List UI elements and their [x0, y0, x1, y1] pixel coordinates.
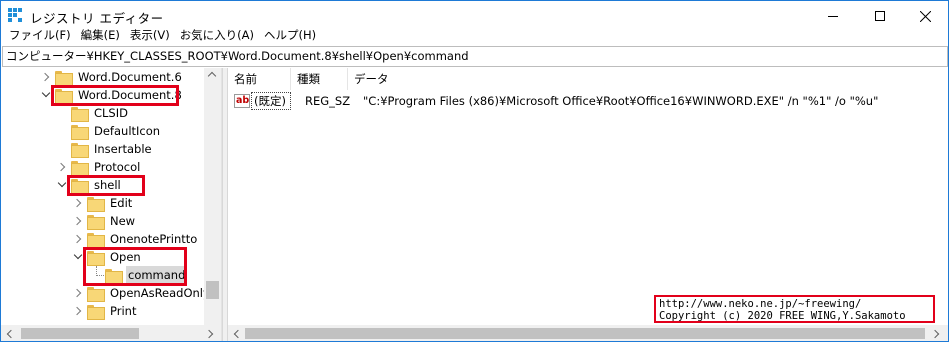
folder-icon	[71, 142, 89, 158]
list-horizontal-scroll-thumb[interactable]	[245, 328, 925, 339]
menu-file[interactable]: ファイル(F)	[4, 25, 76, 45]
scroll-up-arrow-icon[interactable]	[207, 71, 217, 81]
folder-icon	[87, 304, 105, 320]
expand-chevron-icon[interactable]	[73, 302, 83, 320]
menu-help[interactable]: ヘルプ(H)	[259, 25, 321, 45]
expand-chevron-icon[interactable]	[57, 158, 67, 176]
tree-item-protocol[interactable]: Protocol	[57, 158, 142, 176]
collapse-chevron-icon[interactable]	[57, 176, 67, 194]
tree-item-label: New	[110, 214, 136, 228]
tree-item-word-document-6[interactable]: Word.Document.6	[41, 68, 184, 86]
folder-icon	[71, 160, 89, 176]
credit-copyright: Copyright (c) 2020 FREE WING,Y.Sakamoto	[659, 310, 906, 322]
annotation-highlight-word-document-8	[51, 85, 179, 106]
list-horizontal-scrollbar[interactable]	[228, 325, 948, 341]
folder-icon	[55, 70, 73, 86]
copyright-credit-box: http://www.neko.ne.jp/~freewing/ Copyrig…	[654, 295, 935, 323]
expand-chevron-icon[interactable]	[73, 230, 83, 248]
folder-icon	[71, 124, 89, 140]
regedit-app-icon	[8, 8, 22, 22]
tree-item-clsid[interactable]: CLSID	[57, 104, 130, 122]
scroll-right-arrow-icon[interactable]	[204, 329, 214, 339]
tree-item-label: Insertable	[94, 142, 152, 156]
scroll-right-arrow-icon[interactable]	[930, 329, 940, 339]
tree-item-edit[interactable]: Edit	[73, 194, 134, 212]
tree-item-label: DefaultIcon	[94, 124, 161, 138]
value-type: REG_SZ	[305, 94, 351, 108]
tree-horizontal-scrollbar[interactable]	[1, 325, 221, 341]
menu-bar: ファイル(F) 編集(E) 表示(V) お気に入り(A) ヘルプ(H)	[1, 24, 948, 46]
annotation-highlight-shell	[67, 175, 145, 196]
close-icon	[919, 10, 931, 22]
registry-editor-window: レジストリ エディター ファイル(F) 編集(E) 表示(V) お気に入り(A)…	[0, 0, 949, 342]
value-row[interactable]: ab (既定) REG_SZ "C:¥Program Files (x86)¥M…	[228, 91, 878, 111]
tree-vertical-scrollbar[interactable]	[204, 68, 221, 325]
minimize-icon	[828, 15, 838, 17]
string-value-icon: ab	[234, 94, 250, 108]
column-header-data[interactable]: データ	[348, 68, 948, 90]
tree-item-label: Print	[110, 304, 137, 318]
column-header-type[interactable]: 種類	[291, 68, 348, 90]
tree-item-openasreadonly[interactable]: OpenAsReadOnly	[73, 284, 212, 302]
folder-icon	[87, 196, 105, 212]
tree-item-print[interactable]: Print	[73, 302, 138, 320]
string-value-icon-text: ab	[236, 95, 250, 106]
value-name: (既定)	[251, 92, 291, 110]
tree-item-onenoteprintto[interactable]: OnenotePrintto	[73, 230, 199, 248]
tree-item-label: CLSID	[94, 106, 128, 120]
expand-chevron-icon[interactable]	[41, 68, 51, 86]
expand-chevron-icon[interactable]	[73, 194, 83, 212]
menu-view[interactable]: 表示(V)	[125, 25, 175, 45]
tree-item-defaulticon[interactable]: DefaultIcon	[57, 122, 162, 140]
key-tree-pane: Word.Document.6 Word.Document.8 CLSID De…	[1, 68, 222, 341]
folder-icon	[71, 106, 89, 122]
folder-icon	[87, 232, 105, 248]
tree-item-insertable[interactable]: Insertable	[57, 140, 154, 158]
folder-icon	[87, 286, 105, 302]
tree-item-new[interactable]: New	[73, 212, 137, 230]
maximize-icon	[875, 11, 885, 21]
tree-item-label: OpenAsReadOnly	[110, 286, 210, 300]
annotation-highlight-open-command	[83, 247, 187, 286]
value-data: "C:¥Program Files (x86)¥Microsoft Office…	[363, 94, 879, 108]
tree-item-label: Edit	[110, 196, 133, 210]
tree-item-label: OnenotePrintto	[110, 232, 198, 246]
expand-chevron-icon[interactable]	[73, 212, 83, 230]
scroll-left-arrow-icon[interactable]	[6, 329, 16, 339]
scroll-left-arrow-icon[interactable]	[233, 329, 243, 339]
tree-item-label: Word.Document.6	[78, 70, 182, 84]
collapse-chevron-icon[interactable]	[41, 86, 51, 104]
column-header-name[interactable]: 名前	[228, 68, 291, 90]
menu-edit[interactable]: 編集(E)	[76, 25, 125, 45]
menu-favorites[interactable]: お気に入り(A)	[175, 25, 259, 45]
credit-url: http://www.neko.ne.jp/~freewing/	[659, 298, 862, 310]
expand-chevron-icon[interactable]	[73, 284, 83, 302]
tree-item-label: Protocol	[94, 160, 141, 174]
collapse-chevron-icon[interactable]	[73, 248, 83, 266]
folder-icon	[87, 214, 105, 230]
tree-vertical-scroll-thumb[interactable]	[206, 281, 219, 299]
address-bar[interactable]: コンピューター¥HKEY_CLASSES_ROOT¥Word.Document.…	[2, 46, 948, 67]
tree-horizontal-scroll-thumb[interactable]	[21, 328, 139, 339]
list-header: 名前 種類 データ	[228, 68, 948, 90]
